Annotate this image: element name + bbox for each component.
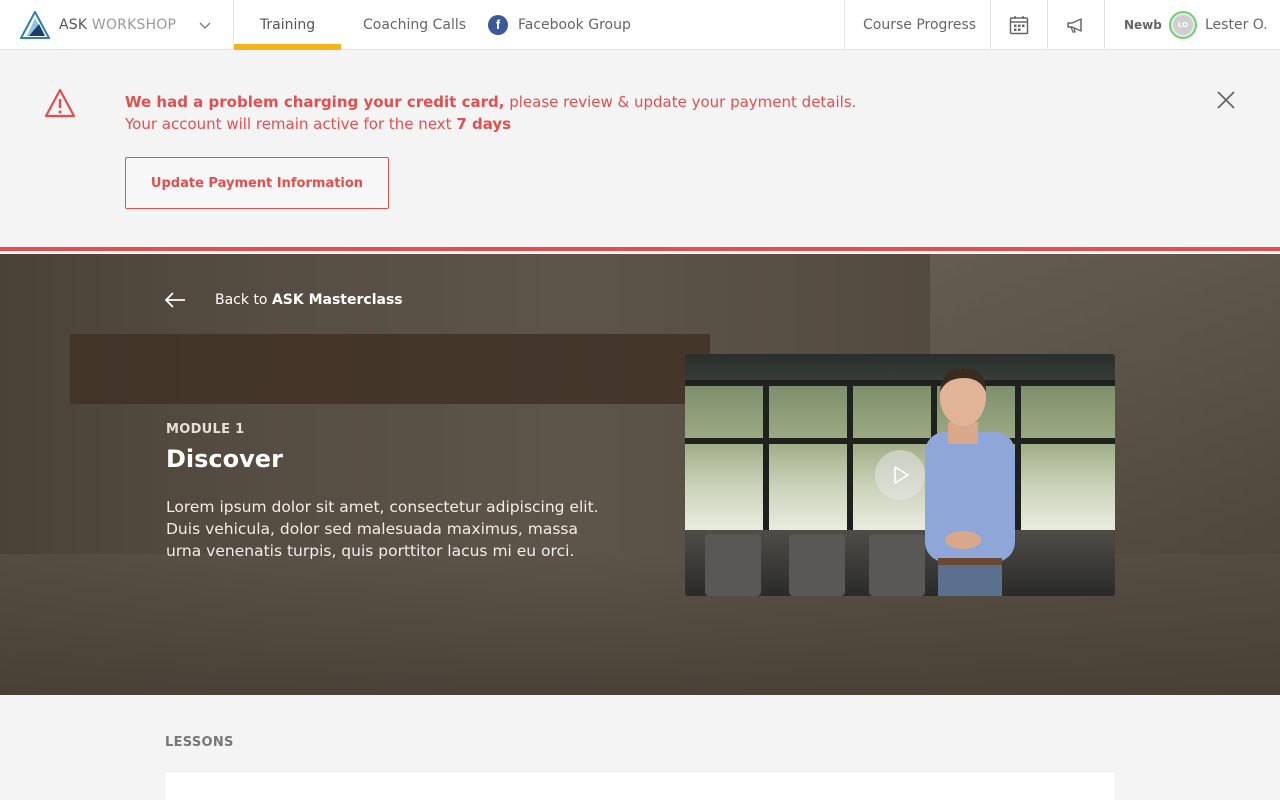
avatar[interactable]: LO — [1169, 11, 1197, 39]
active-tab-indicator — [234, 44, 341, 50]
chevron-down-icon[interactable] — [199, 20, 211, 30]
avatar-initials: LO — [1173, 15, 1193, 35]
alert-message: We had a problem charging your credit ca… — [125, 93, 857, 133]
module-title: Discover — [166, 445, 283, 473]
play-button[interactable] — [875, 450, 925, 500]
announcements-button[interactable] — [1048, 0, 1104, 50]
arrow-left-icon — [164, 292, 185, 308]
video-scene-chair — [789, 534, 845, 596]
calendar-icon — [1009, 16, 1029, 35]
play-icon — [894, 466, 909, 484]
back-link-label: Back to ASK Masterclass — [215, 292, 403, 308]
video-scene-mullion — [847, 380, 853, 530]
update-payment-button[interactable]: Update Payment Information — [125, 157, 389, 209]
nav-divider — [1104, 0, 1105, 50]
module-description: Lorem ipsum dolor sit amet, consectetur … — [166, 498, 599, 560]
video-scene-chair — [705, 534, 761, 596]
tab-coaching-calls[interactable]: Coaching Calls — [363, 0, 466, 50]
top-nav: ASK WORKSHOP Training Coaching Calls f F… — [0, 0, 1280, 50]
lesson-list-card[interactable] — [165, 772, 1115, 800]
close-icon[interactable] — [1215, 89, 1237, 111]
nav-divider — [844, 0, 845, 50]
payment-alert — [0, 51, 1280, 247]
facebook-icon: f — [488, 15, 508, 35]
brand-switcher[interactable]: ASK WORKSHOP — [0, 0, 234, 50]
lessons-heading: LESSONS — [165, 735, 234, 750]
tab-training[interactable]: Training — [234, 0, 341, 50]
calendar-button[interactable] — [991, 0, 1047, 50]
user-name[interactable]: Lester O. — [1205, 0, 1268, 50]
tab-facebook-group[interactable]: f Facebook Group — [488, 0, 631, 50]
ask-logo-icon — [20, 11, 50, 39]
megaphone-icon — [1067, 18, 1082, 33]
course-progress-link[interactable]: Course Progress — [863, 0, 976, 50]
video-scene-mullion — [763, 380, 769, 530]
module-number: MODULE 1 — [166, 422, 245, 437]
warning-icon — [44, 88, 76, 118]
user-rank: Newb — [1124, 18, 1162, 32]
brand-name: ASK WORKSHOP — [59, 17, 177, 33]
back-to-course-link[interactable]: Back to ASK Masterclass — [164, 292, 403, 308]
